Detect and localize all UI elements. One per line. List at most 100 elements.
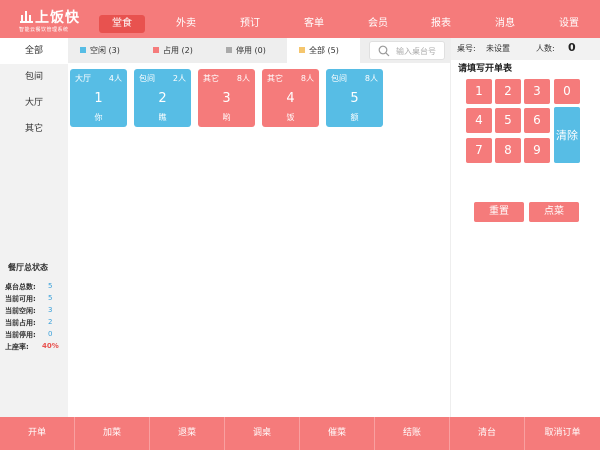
stat-occupied: 当前占用: 2 (5, 318, 52, 328)
table-name: 额 (350, 113, 359, 122)
stat-value: 5 (48, 294, 53, 302)
table-zone: 其它 (267, 74, 283, 83)
table-zone: 包间 (331, 74, 347, 83)
search-input[interactable] (396, 44, 444, 58)
all-color-swatch (299, 47, 305, 53)
keypad-key-8[interactable]: 8 (495, 138, 521, 163)
clear-table-button[interactable]: 清台 (450, 417, 525, 450)
table-number: 5 (350, 91, 359, 106)
open-order-panel: 桌号: 未设置 人数: 0 请填写开单表 1 2 3 0 4 5 6 7 8 9… (450, 38, 600, 417)
keypad-key-2[interactable]: 2 (495, 79, 521, 104)
rush-dish-button[interactable]: 催菜 (300, 417, 375, 450)
tab-label: 全部 (5) (309, 46, 339, 55)
table-card[interactable]: 大厅 4人 1 你 (70, 69, 127, 127)
stat-value: 3 (48, 306, 53, 314)
people-label: 人数: (536, 44, 555, 53)
sidebar-item-other[interactable]: 其它 (0, 116, 68, 142)
table-no-label: 桌号: (457, 44, 476, 53)
nav-tab-settings[interactable]: 设置 (546, 15, 592, 33)
table-number: 4 (286, 91, 295, 106)
keypad-key-9[interactable]: 9 (524, 138, 550, 163)
brand-logo-icon (20, 11, 33, 23)
table-number: 1 (94, 91, 103, 106)
table-name: 哟 (222, 113, 231, 122)
add-dish-button[interactable]: 加菜 (75, 417, 150, 450)
table-number: 3 (222, 91, 231, 106)
table-grid: 大厅 4人 1 你 包间 2人 2 瞧 其它 8人 3 哟 其它 8人 4 饭 … (68, 63, 450, 417)
tab-label: 空闲 (3) (90, 46, 120, 55)
occupied-color-swatch (153, 47, 159, 53)
tab-label: 停用 (0) (236, 46, 266, 55)
brand-tagline: 智能云餐饮管理系统 (19, 27, 69, 33)
table-zone: 大厅 (75, 74, 91, 83)
nav-tab-takeout[interactable]: 外卖 (163, 15, 209, 33)
table-card[interactable]: 包间 8人 5 额 (326, 69, 383, 127)
checkout-button[interactable]: 结账 (375, 417, 450, 450)
keypad-key-6[interactable]: 6 (524, 108, 550, 133)
status-title: 餐厅总状态 (8, 263, 48, 272)
stat-value: 2 (48, 318, 53, 326)
stat-label: 当前停用: (5, 331, 36, 339)
stat-disabled: 当前停用: 0 (5, 330, 52, 340)
status-filter-tabs: 空闲 (3) 占用 (2) 停用 (0) 全部 (5) (68, 38, 450, 63)
keypad-key-3[interactable]: 3 (524, 79, 550, 104)
table-name: 瞧 (158, 113, 167, 122)
tab-occupied[interactable]: 占用 (2) (141, 38, 214, 63)
table-card[interactable]: 包间 2人 2 瞧 (134, 69, 191, 127)
brand-name: 上饭快 (35, 10, 80, 26)
stat-label: 当前可用: (5, 295, 36, 303)
change-table-button[interactable]: 调桌 (225, 417, 300, 450)
table-zone: 其它 (203, 74, 219, 83)
sidebar-item-all[interactable]: 全部 (0, 38, 68, 64)
keypad-key-1[interactable]: 1 (466, 79, 492, 104)
table-seats: 8人 (300, 74, 314, 83)
table-search-box[interactable] (369, 41, 445, 60)
keypad-key-4[interactable]: 4 (466, 108, 492, 133)
table-card[interactable]: 其它 8人 4 饭 (262, 69, 319, 127)
nav-tab-dine-in[interactable]: 堂食 (99, 15, 145, 33)
nav-tab-members[interactable]: 会员 (355, 15, 401, 33)
keypad-key-7[interactable]: 7 (466, 138, 492, 163)
table-name: 你 (94, 113, 103, 122)
stat-label: 桌台总数: (5, 283, 36, 291)
stat-value: 5 (48, 282, 53, 290)
open-table-button[interactable]: 开单 (0, 417, 75, 450)
stat-occupancy-rate: 上座率: 40% (5, 342, 59, 352)
brand-logo: 上饭快 智能云餐饮管理系统 (0, 0, 88, 38)
keypad-key-0[interactable]: 0 (554, 79, 580, 104)
search-icon (378, 45, 390, 57)
top-nav-bar: 上饭快 智能云餐饮管理系统 堂食 外卖 预订 客单 会员 报表 消息 设置 (0, 0, 600, 38)
nav-tab-messages[interactable]: 消息 (482, 15, 528, 33)
stat-value: 0 (48, 330, 53, 338)
nav-tab-reports[interactable]: 报表 (418, 15, 464, 33)
reset-button[interactable]: 重置 (474, 202, 524, 222)
table-seats: 4人 (108, 74, 122, 83)
table-seats: 2人 (172, 74, 186, 83)
tab-idle[interactable]: 空闲 (3) (68, 38, 141, 63)
table-seats: 8人 (236, 74, 250, 83)
tab-label: 占用 (2) (163, 46, 193, 55)
idle-color-swatch (80, 47, 86, 53)
nav-tab-orders[interactable]: 客单 (291, 15, 337, 33)
return-dish-button[interactable]: 退菜 (150, 417, 225, 450)
table-card[interactable]: 其它 8人 3 哟 (198, 69, 255, 127)
order-info-bar: 桌号: 未设置 人数: 0 (451, 38, 600, 60)
sidebar-item-hall[interactable]: 大厅 (0, 90, 68, 116)
table-no-value: 未设置 (486, 44, 510, 53)
tab-all[interactable]: 全部 (5) (287, 38, 360, 63)
stat-label: 当前空闲: (5, 307, 36, 315)
nav-tab-reservation[interactable]: 预订 (227, 15, 273, 33)
action-bar: 开单 加菜 退菜 调桌 催菜 结账 清台 取消订单 (0, 417, 600, 450)
sidebar-item-private-room[interactable]: 包间 (0, 64, 68, 90)
cancel-order-button[interactable]: 取消订单 (525, 417, 600, 450)
stat-total-tables: 桌台总数: 5 (5, 282, 52, 292)
stat-available: 当前可用: 5 (5, 294, 52, 304)
keypad-key-5[interactable]: 5 (495, 108, 521, 133)
table-zone: 包间 (139, 74, 155, 83)
table-seats: 8人 (364, 74, 378, 83)
stat-value: 40% (42, 342, 59, 350)
keypad-clear-button[interactable]: 清除 (554, 107, 580, 163)
order-dishes-button[interactable]: 点菜 (529, 202, 579, 222)
stat-idle: 当前空闲: 3 (5, 306, 52, 316)
tab-disabled[interactable]: 停用 (0) (214, 38, 287, 63)
